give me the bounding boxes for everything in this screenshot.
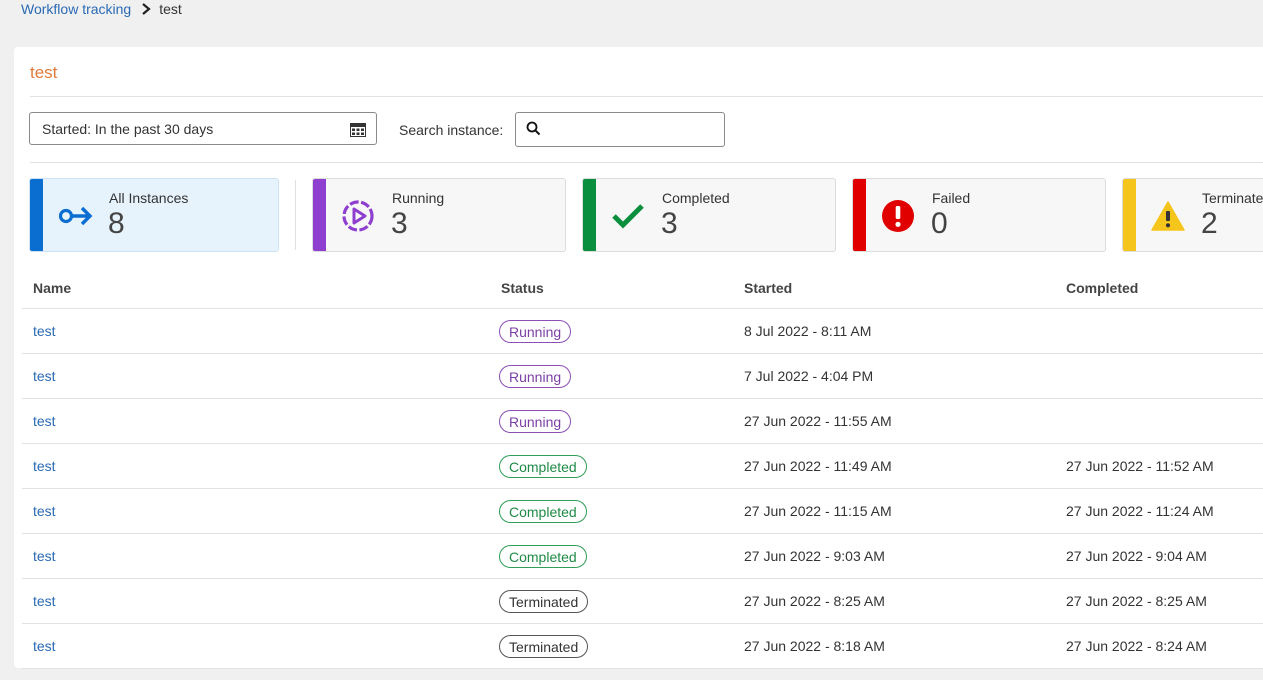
checkmark-icon: [611, 199, 645, 233]
instance-name-link[interactable]: test: [33, 638, 56, 654]
card-accent-bar: [583, 179, 596, 251]
started-cell: 7 Jul 2022 - 4:04 PM: [733, 353, 1055, 399]
status-badge: Running: [499, 409, 572, 433]
divider: [295, 180, 296, 250]
search-input[interactable]: [550, 117, 722, 143]
column-header-completed[interactable]: Completed: [1055, 268, 1263, 309]
instance-name-link[interactable]: test: [33, 413, 56, 429]
summary-card-label: Running: [392, 190, 445, 206]
date-range-label: Started: In the past 30 days: [42, 120, 214, 137]
started-cell: 8 Jul 2022 - 8:11 AM: [733, 308, 1055, 354]
status-badge: Completed: [499, 544, 587, 568]
completed-cell: [1055, 398, 1263, 444]
column-header-name[interactable]: Name: [22, 268, 490, 309]
summary-card-running[interactable]: Running 3: [312, 178, 566, 252]
error-circle-icon: [881, 199, 915, 233]
search-box: [515, 112, 725, 147]
summary-card-label: All Instances: [109, 190, 189, 206]
table-row[interactable]: test Completed 27 Jun 2022 - 11:49 AM 27…: [22, 443, 1263, 489]
chevron-right-icon: [141, 3, 151, 15]
summary-card-terminated[interactable]: Terminated 2: [1122, 178, 1263, 252]
instance-name-link[interactable]: test: [33, 593, 56, 609]
started-cell: 27 Jun 2022 - 8:25 AM: [733, 578, 1055, 624]
completed-cell: 27 Jun 2022 - 9:04 AM: [1055, 533, 1263, 579]
table-row[interactable]: test Terminated 27 Jun 2022 - 8:18 AM 27…: [22, 623, 1263, 669]
breadcrumb: Workflow tracking test: [21, 0, 182, 18]
date-range-filter[interactable]: Started: In the past 30 days: [29, 112, 377, 145]
summary-card-count: 0: [931, 207, 948, 240]
completed-cell: [1055, 308, 1263, 354]
instance-name-link[interactable]: test: [33, 503, 56, 519]
summary-card-count: 3: [661, 207, 678, 240]
completed-cell: 27 Jun 2022 - 8:24 AM: [1055, 623, 1263, 669]
card-accent-bar: [853, 179, 866, 251]
started-cell: 27 Jun 2022 - 9:03 AM: [733, 533, 1055, 579]
summary-card-all[interactable]: All Instances 8: [29, 178, 279, 252]
summary-card-count: 3: [391, 207, 408, 240]
started-cell: 27 Jun 2022 - 11:15 AM: [733, 488, 1055, 534]
divider: [30, 96, 1263, 97]
table-row[interactable]: test Completed 27 Jun 2022 - 9:03 AM 27 …: [22, 533, 1263, 579]
card-accent-bar: [1123, 179, 1136, 251]
instance-name-link[interactable]: test: [33, 368, 56, 384]
play-circle-icon: [341, 199, 375, 233]
instance-name-link[interactable]: test: [33, 548, 56, 564]
summary-card-completed[interactable]: Completed 3: [582, 178, 836, 252]
instances-table: Name Status Started Completed test Runni…: [22, 268, 1263, 669]
completed-cell: 27 Jun 2022 - 11:52 AM: [1055, 443, 1263, 489]
table-row[interactable]: test Running 27 Jun 2022 - 11:55 AM: [22, 398, 1263, 444]
status-badge: Terminated: [499, 634, 589, 658]
started-cell: 27 Jun 2022 - 11:49 AM: [733, 443, 1055, 489]
summary-card-failed[interactable]: Failed 0: [852, 178, 1106, 252]
completed-cell: 27 Jun 2022 - 8:25 AM: [1055, 578, 1263, 624]
card-accent-bar: [313, 179, 326, 251]
main-panel: test Started: In the past 30 days Search…: [14, 47, 1263, 669]
status-badge: Completed: [499, 454, 587, 478]
status-badge: Completed: [499, 499, 587, 523]
instance-name-link[interactable]: test: [33, 323, 56, 339]
column-header-status[interactable]: Status: [490, 268, 733, 309]
column-header-started[interactable]: Started: [733, 268, 1055, 309]
started-cell: 27 Jun 2022 - 11:55 AM: [733, 398, 1055, 444]
summary-card-label: Terminated: [1202, 190, 1263, 206]
table-row[interactable]: test Terminated 27 Jun 2022 - 8:25 AM 27…: [22, 578, 1263, 624]
completed-cell: [1055, 353, 1263, 399]
breadcrumb-current: test: [159, 1, 182, 17]
summary-card-count: 8: [108, 207, 125, 240]
instance-name-link[interactable]: test: [33, 458, 56, 474]
table-row[interactable]: test Running 8 Jul 2022 - 8:11 AM: [22, 308, 1263, 354]
table-row[interactable]: test Running 7 Jul 2022 - 4:04 PM: [22, 353, 1263, 399]
status-badge: Terminated: [499, 589, 589, 613]
divider: [30, 162, 1263, 163]
started-cell: 27 Jun 2022 - 8:18 AM: [733, 623, 1055, 669]
search-icon: [526, 121, 541, 141]
card-accent-bar: [30, 179, 43, 251]
table-row[interactable]: test Completed 27 Jun 2022 - 11:15 AM 27…: [22, 488, 1263, 534]
breadcrumb-link-workflow-tracking[interactable]: Workflow tracking: [21, 1, 131, 17]
table-header-row: Name Status Started Completed: [22, 268, 1263, 309]
status-badge: Running: [499, 364, 572, 388]
summary-card-label: Completed: [662, 190, 730, 206]
summary-card-label: Failed: [932, 190, 971, 206]
summary-card-count: 2: [1201, 207, 1218, 240]
calendar-icon: [350, 123, 366, 140]
completed-cell: 27 Jun 2022 - 11:24 AM: [1055, 488, 1263, 534]
warning-triangle-icon: [1151, 199, 1185, 233]
status-badge: Running: [499, 319, 572, 343]
page-title: test: [30, 63, 58, 82]
arrow-enter-icon: [58, 199, 93, 233]
search-label: Search instance:: [399, 122, 504, 138]
